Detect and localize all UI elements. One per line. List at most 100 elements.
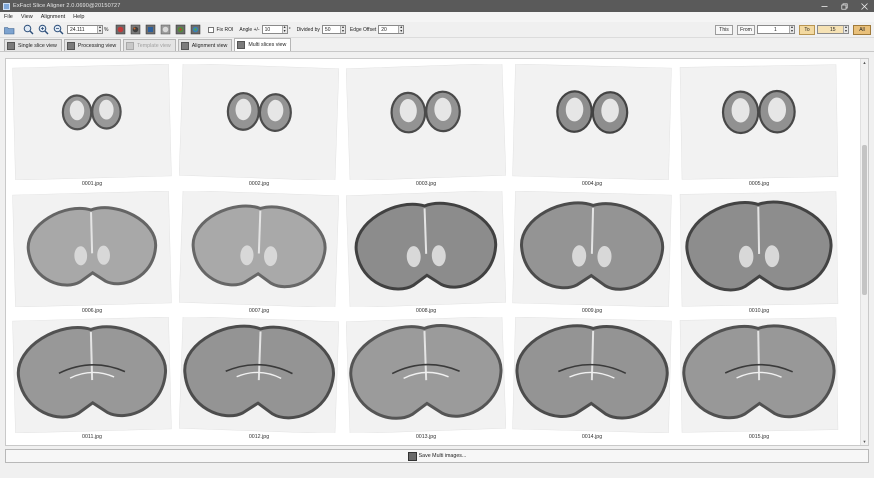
slice-thumbnail[interactable]: 0006.jpg [12, 191, 172, 315]
brain-green-icon [175, 24, 186, 35]
menu-alignment[interactable]: Alignment [41, 14, 65, 20]
slice-filename: 0008.jpg [415, 308, 437, 314]
slice-thumbnail[interactable]: 0002.jpg [179, 64, 339, 188]
tool-button-6[interactable] [189, 24, 201, 36]
slice-thumbnail[interactable]: 0008.jpg [346, 191, 506, 315]
tool-button-4[interactable] [159, 24, 171, 36]
slice-thumbnail[interactable]: 0011.jpg [12, 317, 172, 441]
slice-thumbnail[interactable]: 0004.jpg [512, 64, 672, 188]
from-button[interactable]: From [737, 24, 755, 35]
multi-slices-icon [237, 41, 246, 49]
zoom-out-button[interactable] [52, 24, 64, 36]
edge-offset-value: 20 [381, 26, 387, 33]
slice-thumbnail[interactable]: 0001.jpg [12, 64, 172, 188]
slice-thumbnail[interactable]: 0007.jpg [179, 191, 339, 315]
zoom-input[interactable]: 24.111 ▲ ▼ [67, 25, 103, 34]
slice-image [12, 191, 172, 307]
slice-filename: 0002.jpg [248, 181, 270, 187]
slice-filename: 0006.jpg [81, 308, 103, 314]
zoom-unit: % [104, 26, 109, 33]
slice-filename: 0013.jpg [415, 434, 437, 440]
slice-image [179, 191, 339, 307]
to-spinner[interactable]: ▲ ▼ [843, 25, 848, 33]
zoom-in-button[interactable] [37, 24, 49, 36]
slice-thumbnail[interactable]: 0012.jpg [179, 317, 339, 441]
view-tabs: Single slice view Processing view Templa… [0, 38, 874, 52]
from-input[interactable]: 1 ▲ ▼ [757, 25, 795, 34]
to-input[interactable]: 15 ▲ ▼ [817, 25, 849, 34]
slice-thumbnail[interactable]: 0003.jpg [346, 64, 506, 188]
all-button[interactable]: All [853, 24, 871, 35]
range-controls: This From 1 ▲ ▼ To 15 ▲ ▼ All [715, 24, 874, 35]
from-spinner[interactable]: ▲ ▼ [789, 25, 794, 33]
scroll-thumb[interactable] [862, 145, 867, 295]
slice-thumbnail[interactable]: 0010.jpg [679, 191, 839, 315]
this-button[interactable]: This [715, 24, 733, 35]
minimize-icon [821, 5, 827, 7]
slice-filename: 0011.jpg [82, 434, 102, 440]
brain-color-icon [190, 24, 201, 35]
tool-button-2[interactable] [129, 24, 141, 36]
divided-by-label: Divided by [296, 26, 320, 33]
slice-thumbnail[interactable]: 0014.jpg [512, 317, 672, 441]
magnifier-icon [23, 24, 33, 35]
slice-image [12, 64, 172, 180]
divided-by-value: 50 [324, 26, 331, 33]
slice-filename: 0012.jpg [248, 434, 270, 440]
slice-thumbnail[interactable]: 0015.jpg [679, 317, 839, 441]
slice-image [679, 191, 839, 307]
slice-grid: 0001.jpg 0002.jpg 0003.jpg 0004.jpg 0005.jpg… [6, 59, 862, 445]
tab-label: Single slice view [18, 42, 57, 49]
tab-processing-view[interactable]: Processing view [63, 39, 122, 51]
single-slice-icon [7, 41, 15, 50]
divided-by-spinner[interactable]: ▲ ▼ [339, 25, 345, 33]
scroll-up-arrow[interactable]: ▲ [861, 59, 868, 66]
close-button[interactable] [854, 0, 874, 12]
slice-thumbnail[interactable]: 0005.jpg [679, 64, 839, 188]
slice-filename: 0014.jpg [581, 434, 603, 440]
save-images-icon [407, 451, 417, 461]
slice-image [512, 191, 672, 307]
tab-alignment-view[interactable]: Alignment view [177, 39, 233, 51]
open-folder-button[interactable] [3, 24, 15, 36]
tab-multi-slices-view[interactable]: Multi slices view [234, 38, 292, 51]
save-multi-images-button[interactable]: Save Multi images... [5, 449, 869, 463]
tab-label: Alignment view [191, 42, 228, 49]
angle-input[interactable]: 10 ▲ ▼ [261, 25, 288, 34]
menu-file[interactable]: File [4, 14, 13, 20]
tool-button-5[interactable] [174, 24, 186, 36]
to-button[interactable]: To [799, 24, 815, 35]
from-value: 1 [774, 26, 777, 33]
vertical-scrollbar[interactable]: ▲ ▼ [860, 59, 868, 445]
slice-filename: 0010.jpg [748, 308, 770, 314]
to-value: 15 [830, 26, 836, 33]
slice-thumbnail[interactable]: 0013.jpg [346, 317, 506, 441]
tab-single-slice-view[interactable]: Single slice view [4, 39, 62, 51]
processing-icon [66, 41, 75, 50]
edge-offset-spinner[interactable]: ▲ ▼ [398, 25, 404, 33]
restore-button[interactable] [834, 0, 854, 12]
slice-filename: 0003.jpg [415, 181, 437, 187]
save-multi-images-label: Save Multi images... [418, 453, 467, 459]
divided-by-input[interactable]: 50 ▲ ▼ [321, 25, 346, 34]
minimize-button[interactable] [814, 0, 834, 12]
slice-thumbnail[interactable]: 0009.jpg [512, 191, 672, 315]
angle-spinner[interactable]: ▲ ▼ [281, 25, 287, 33]
menu-view[interactable]: View [21, 14, 33, 20]
window-controls [814, 0, 874, 12]
zoom-spinner[interactable]: ▲ ▼ [97, 25, 102, 33]
zoom-fit-button[interactable] [22, 24, 34, 36]
zoom-in-icon [38, 24, 48, 35]
slice-image [512, 64, 672, 180]
menu-help[interactable]: Help [73, 14, 84, 20]
fix-roi-checkbox[interactable] [208, 26, 215, 33]
app-icon [3, 2, 10, 10]
folder-icon [3, 26, 14, 34]
tool-button-3[interactable] [144, 24, 156, 36]
edge-offset-input[interactable]: 20 ▲ ▼ [378, 25, 405, 34]
angle-label: Angle +/- [239, 26, 260, 33]
alignment-icon [180, 41, 189, 50]
tab-template-view[interactable]: Template view [123, 39, 176, 51]
scroll-down-arrow[interactable]: ▼ [861, 438, 868, 445]
tool-button-1[interactable] [114, 24, 126, 36]
